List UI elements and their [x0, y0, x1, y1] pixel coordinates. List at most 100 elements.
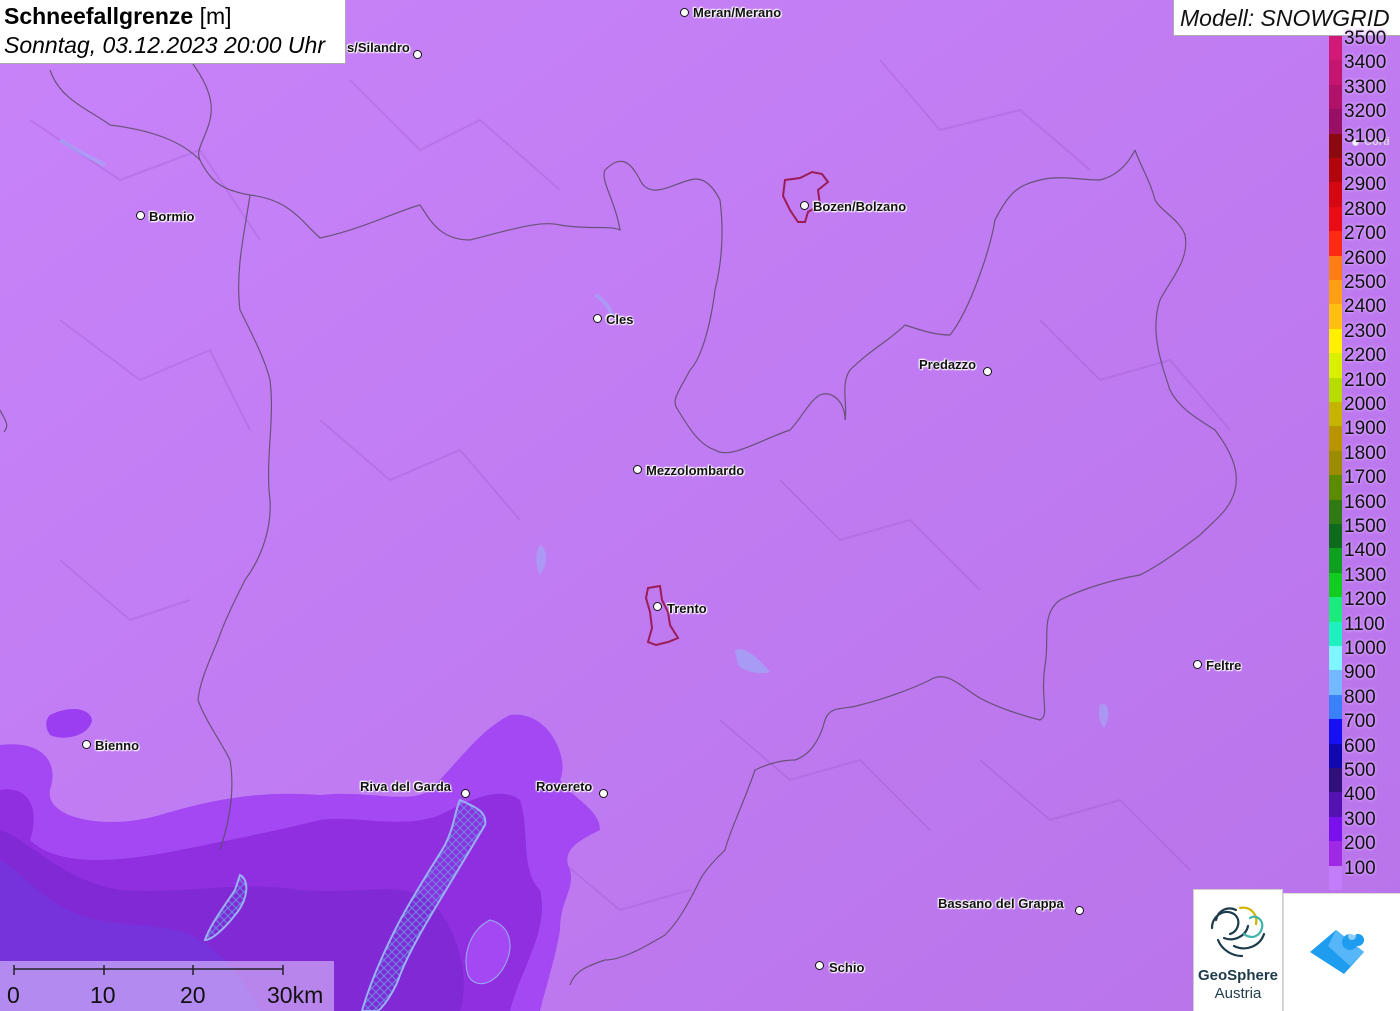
legend-item: 1400 — [1329, 538, 1400, 573]
legend-item: 2400 — [1329, 294, 1400, 329]
legend-label: 2000 — [1344, 394, 1387, 415]
place-dot-predazzo[interactable] — [983, 367, 992, 376]
legend-item: 3200 — [1329, 99, 1400, 134]
legend-label: 2900 — [1344, 174, 1387, 196]
place-dot-meran[interactable] — [680, 8, 689, 17]
scale-label-0: 0 — [7, 982, 20, 1008]
legend-label: 1500 — [1344, 516, 1387, 537]
legend-label: 2800 — [1344, 198, 1387, 220]
legend-item: 2600 — [1329, 246, 1400, 280]
place-label-bormio[interactable]: Bormio — [149, 209, 195, 224]
place-dot-schio[interactable] — [815, 961, 824, 970]
color-legend: 3500 3400 3300 3200 3100 3000 2900 2800 2700 2600… — [1329, 29, 1400, 890]
legend-item: 300 — [1329, 807, 1400, 842]
legend-item: 700 — [1329, 709, 1400, 744]
place-label-silandro[interactable]: s/Silandro — [347, 40, 410, 55]
legend-item: 3500 — [1329, 26, 1400, 61]
legend-label: 1400 — [1344, 540, 1387, 562]
place-label-rovereto[interactable]: Rovereto — [536, 779, 592, 794]
place-dot-bienno[interactable] — [82, 740, 91, 749]
place-label-bolzano[interactable]: Bozen/Bolzano — [813, 199, 906, 214]
legend-item: 3400 — [1329, 50, 1400, 85]
geosphere-name: GeoSphere — [1197, 967, 1279, 984]
legend-item: 1100 — [1329, 612, 1400, 646]
place-label-predazzo[interactable]: Predazzo — [919, 357, 976, 372]
geosphere-logo[interactable]: GeoSphere Austria — [1193, 889, 1283, 1011]
legend-label: 2300 — [1344, 320, 1387, 342]
app-logo[interactable] — [1283, 893, 1400, 1011]
legend-item: 1800 — [1329, 441, 1400, 476]
scale-label-20: 20 — [180, 982, 206, 1008]
legend-label: 3200 — [1344, 101, 1387, 123]
place-dot-cles[interactable] — [593, 314, 602, 323]
legend-label: 3400 — [1344, 52, 1387, 74]
legend-item: 3300 — [1329, 75, 1400, 110]
place-label-trento[interactable]: Trento — [667, 601, 707, 616]
place-label-meran[interactable]: Meran/Merano — [693, 5, 781, 20]
legend-item: 1300 — [1329, 563, 1400, 598]
place-dot-bassano[interactable] — [1075, 906, 1084, 915]
legend-item: 2700 — [1329, 221, 1400, 256]
legend-item: 1000 — [1329, 636, 1400, 671]
legend-item: 900 — [1329, 660, 1400, 695]
place-dot-riva[interactable] — [461, 789, 470, 798]
legend-item: 2200 — [1329, 343, 1400, 378]
legend-item: 2000 — [1329, 392, 1400, 427]
place-dot-silandro[interactable] — [413, 50, 422, 59]
legend-item: 600 — [1329, 734, 1400, 768]
legend-item: 2800 — [1329, 197, 1400, 232]
legend-label: 1800 — [1344, 442, 1387, 464]
place-dot-bormio[interactable] — [136, 211, 145, 220]
snowfall-map[interactable]: Schneefallgrenze [m] Sonntag, 03.12.2023… — [0, 0, 1400, 1011]
legend-label: 1300 — [1344, 564, 1387, 586]
legend-item: 2100 — [1329, 368, 1400, 402]
legend-item: 3100 — [1329, 124, 1400, 158]
legend-label: 1700 — [1344, 467, 1387, 489]
legend-label: 2400 — [1344, 296, 1387, 318]
place-dot-trento[interactable] — [653, 602, 662, 611]
place-dot-rovereto[interactable] — [599, 789, 608, 798]
legend-item: 1200 — [1329, 587, 1400, 622]
place-label-bienno[interactable]: Bienno — [95, 738, 139, 753]
legend-label: 2700 — [1344, 223, 1387, 245]
legend-label: 600 — [1344, 735, 1376, 757]
scale-label-30km: 30km — [267, 982, 324, 1008]
legend-label: 1600 — [1344, 491, 1387, 513]
legend-item: 1600 — [1329, 490, 1400, 524]
place-label-feltre[interactable]: Feltre — [1206, 658, 1241, 673]
legend-item: 2300 — [1329, 319, 1400, 354]
place-label-bassano[interactable]: Bassano del Grappa — [938, 896, 1064, 911]
map-title: Schneefallgrenze [m] — [4, 3, 232, 29]
legend-label: 900 — [1344, 662, 1376, 684]
legend-item: 100 — [1329, 856, 1400, 890]
legend-item: 800 — [1329, 685, 1400, 720]
legend-label: 700 — [1344, 711, 1376, 733]
legend-label: 1100 — [1344, 613, 1385, 635]
legend-item: 2500 — [1329, 270, 1400, 305]
place-dot-bolzano[interactable] — [800, 201, 809, 210]
place-label-cles[interactable]: Cles — [606, 312, 633, 327]
place-label-schio[interactable]: Schio — [829, 960, 864, 975]
place-label-riva[interactable]: Riva del Garda — [360, 779, 451, 794]
place-label-mezzolombardo[interactable]: Mezzolombardo — [646, 463, 744, 478]
legend-label: 3500 — [1344, 28, 1387, 49]
legend-label: 2600 — [1344, 247, 1387, 269]
legend-item: 200 — [1329, 831, 1400, 866]
legend-item: 1500 — [1329, 514, 1400, 549]
legend-label: 3100 — [1344, 125, 1387, 147]
legend-item: 2900 — [1329, 172, 1400, 207]
legend-swatch — [1329, 865, 1342, 890]
geosphere-country: Austria — [1214, 985, 1262, 1002]
geosphere-emblem-icon — [1210, 906, 1266, 958]
legend-label: 200 — [1344, 833, 1376, 855]
legend-item: 400 — [1329, 782, 1400, 817]
legend-label: 3000 — [1344, 150, 1387, 171]
legend-label: 3300 — [1344, 76, 1387, 98]
scale-bar: 0 10 20 30km — [0, 961, 334, 1011]
place-dot-mezzolombardo[interactable] — [633, 465, 642, 474]
weather-app-icon — [1310, 930, 1364, 974]
legend-label: 400 — [1344, 784, 1376, 806]
place-dot-feltre[interactable] — [1193, 660, 1202, 669]
scale-label-10: 10 — [90, 982, 116, 1008]
legend-label: 2500 — [1344, 272, 1387, 293]
